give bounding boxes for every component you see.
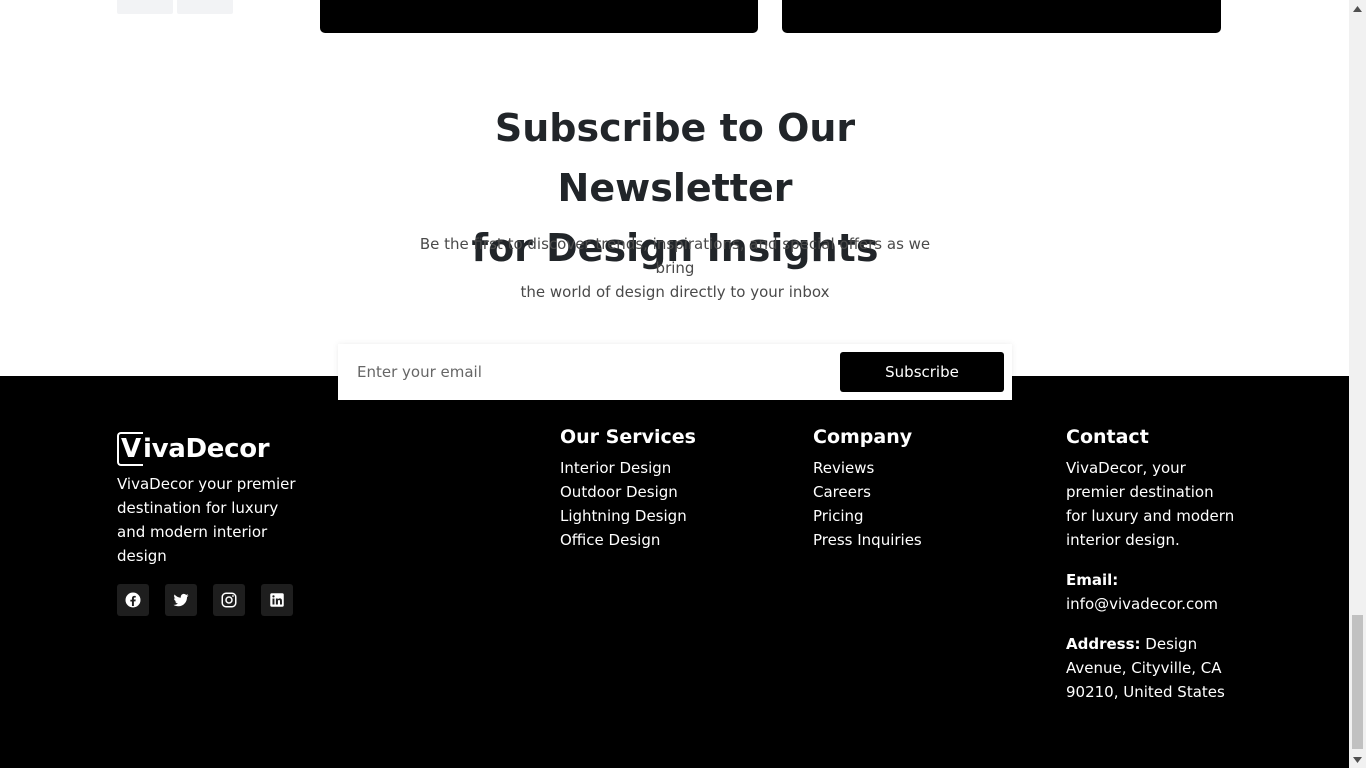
brand-description: VivaDecor your premier destination for l… — [117, 475, 296, 565]
services-link-interior[interactable]: Interior Design — [560, 456, 687, 480]
facebook-link[interactable] — [117, 584, 149, 616]
email-input[interactable] — [346, 352, 836, 392]
company-link-press[interactable]: Press Inquiries — [813, 528, 922, 552]
scroll-down-arrow-icon — [1353, 756, 1362, 763]
newsletter-title-line1: Subscribe to Our Newsletter — [494, 106, 856, 210]
linkedin-link[interactable] — [261, 584, 293, 616]
services-link-office[interactable]: Office Design — [560, 528, 687, 552]
vertical-scrollbar[interactable] — [1349, 0, 1366, 768]
gallery-thumbnail[interactable] — [177, 0, 233, 14]
subscribe-form: Subscribe — [338, 344, 1012, 400]
project-card[interactable] — [320, 0, 758, 33]
newsletter-subtitle-line1: Be the first to discover trends, inspira… — [419, 235, 931, 277]
scrollbar-thumb[interactable] — [1352, 615, 1363, 749]
brand-logo-initial: V — [117, 432, 143, 466]
page: Subscribe to Our Newsletter for Design I… — [0, 0, 1349, 768]
subscribe-button[interactable]: Subscribe — [840, 352, 1004, 392]
company-link-pricing[interactable]: Pricing — [813, 504, 922, 528]
project-card[interactable] — [782, 0, 1221, 33]
brand-logo[interactable]: VivaDecor — [117, 432, 270, 466]
company-link-reviews[interactable]: Reviews — [813, 456, 922, 480]
instagram-icon — [221, 592, 237, 608]
contact-email-label: Email: — [1066, 571, 1119, 589]
scroll-up-arrow-icon — [1353, 5, 1362, 12]
social-links — [117, 584, 293, 616]
newsletter-subtitle: Be the first to discover trends, inspira… — [405, 232, 945, 304]
contact-email-value[interactable]: info@vivadecor.com — [1066, 595, 1218, 613]
twitter-link[interactable] — [165, 584, 197, 616]
contact-address: Address: Design Avenue, Cityville, CA 90… — [1066, 632, 1236, 704]
services-link-outdoor[interactable]: Outdoor Design — [560, 480, 687, 504]
newsletter-subtitle-line2: the world of design directly to your inb… — [520, 283, 830, 301]
contact-address-label: Address: — [1066, 635, 1141, 653]
company-link-careers[interactable]: Careers — [813, 480, 922, 504]
linkedin-icon — [270, 593, 284, 607]
company-title: Company — [813, 426, 913, 448]
scroll-down-button[interactable] — [1349, 751, 1366, 768]
facebook-icon — [125, 592, 141, 608]
brand-logo-text: ivaDecor — [143, 434, 270, 464]
services-link-lightning[interactable]: Lightning Design — [560, 504, 687, 528]
twitter-icon — [173, 593, 189, 607]
services-list: Interior Design Outdoor Design Lightning… — [560, 456, 687, 552]
company-list: Reviews Careers Pricing Press Inquiries — [813, 456, 922, 552]
instagram-link[interactable] — [213, 584, 245, 616]
gallery-thumbnail[interactable] — [117, 0, 173, 14]
services-title: Our Services — [560, 426, 696, 448]
scroll-up-button[interactable] — [1349, 0, 1366, 17]
contact-description: VivaDecor, your premier destination for … — [1066, 459, 1235, 549]
contact-email: Email: info@vivadecor.com — [1066, 568, 1236, 616]
contact-title: Contact — [1066, 426, 1149, 448]
